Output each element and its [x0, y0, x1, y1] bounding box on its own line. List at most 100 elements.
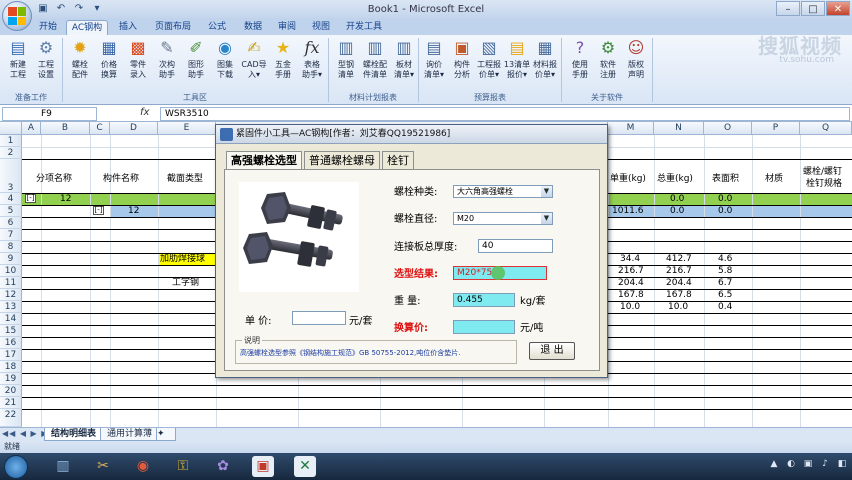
cell-o[interactable]: 4.6 [718, 253, 732, 265]
row-header[interactable]: 12 [0, 289, 22, 301]
row-header[interactable]: 11 [0, 277, 22, 289]
tab-home[interactable]: 开始 [34, 20, 62, 35]
network-icon[interactable]: ◧ [836, 458, 848, 470]
excel-icon[interactable]: ✕ [294, 456, 316, 477]
cell-m5[interactable]: 1011.6 [612, 205, 644, 217]
bolt-list-button[interactable]: ▥ 螺栓配 件清单 [361, 37, 389, 89]
converted-price-field[interactable] [453, 320, 515, 334]
col-header-o[interactable]: O [704, 122, 752, 135]
member-analysis-button[interactable]: ▣ 构件 分析 [448, 37, 476, 89]
row-header[interactable]: 13 [0, 301, 22, 313]
row-header[interactable]: 9 [0, 253, 22, 265]
col-header-d[interactable]: D [110, 122, 158, 135]
unit-price-input[interactable] [292, 311, 346, 325]
cell-e11[interactable]: 工字钢 [172, 277, 199, 289]
row-header[interactable]: 10 [0, 265, 22, 277]
library-icon[interactable]: ▥ [52, 456, 74, 477]
list13-quote-button[interactable]: ▤ 13清单 报价▾ [503, 37, 531, 89]
help-manual-button[interactable]: ? 使用 手册 [566, 37, 594, 89]
cad-import-button[interactable]: ✍ CAD导 入▾ [240, 37, 268, 89]
tab-ordinary-bolt-nut[interactable]: 普通螺栓螺母 [304, 151, 380, 169]
row-header[interactable]: 22 [0, 409, 22, 427]
cell-b4[interactable]: 12 [60, 193, 71, 205]
row-header[interactable]: 17 [0, 349, 22, 361]
cell-m[interactable]: 10.0 [620, 301, 640, 313]
cell-m[interactable]: 204.4 [618, 277, 644, 289]
chevron-down-icon[interactable]: ▼ [541, 213, 552, 224]
section-list-button[interactable]: ▥ 型钢 清单 [332, 37, 360, 89]
register-button[interactable]: ⚙ 软件 注册 [594, 37, 622, 89]
hardware-manual-button[interactable]: ★ 五金 手册 [269, 37, 297, 89]
office-button[interactable] [2, 1, 32, 31]
bolt-type-select[interactable]: 大六角高强螺栓 ▼ [453, 185, 553, 198]
cell-n[interactable]: 216.7 [666, 265, 692, 277]
row-header[interactable]: 18 [0, 361, 22, 373]
col-header-n[interactable]: N [654, 122, 704, 135]
outline-collapse-button[interactable]: [-] [25, 194, 36, 203]
weight-field[interactable]: 0.455 [453, 293, 515, 307]
cell-e9[interactable]: 加肋焊接球 [160, 253, 205, 265]
maximize-button[interactable]: □ [801, 1, 825, 16]
close-button[interactable]: ✕ [826, 1, 850, 16]
butterfly-icon[interactable]: ✿ [212, 456, 234, 477]
bolt-parts-button[interactable]: ✹ 螺栓 配件 [66, 37, 94, 89]
cell-o5[interactable]: 0.0 [718, 205, 732, 217]
cell-n5[interactable]: 0.0 [670, 205, 684, 217]
copyright-button[interactable]: ☺ 版权 声明 [622, 37, 650, 89]
tab-stud[interactable]: 栓钉 [382, 151, 414, 169]
sheet-tab[interactable]: 结构明细表 [44, 428, 104, 441]
minimize-button[interactable]: – [776, 1, 800, 16]
new-sheet-icon[interactable]: ✦ [156, 428, 176, 441]
fx-icon[interactable]: fx [140, 107, 149, 118]
tab-formulas[interactable]: 公式 [202, 20, 232, 35]
row-header[interactable]: 21 [0, 397, 22, 409]
cell-n[interactable]: 204.4 [666, 277, 692, 289]
row-header[interactable]: 2 [0, 147, 22, 159]
cell-o[interactable]: 0.4 [718, 301, 732, 313]
atlas-download-button[interactable]: ◉ 图集 下载 [211, 37, 239, 89]
col-header-b[interactable]: B [41, 122, 90, 135]
row-header[interactable]: 1 [0, 135, 22, 147]
row-header[interactable]: 19 [0, 373, 22, 385]
formula-input[interactable]: WSR3510 [160, 107, 850, 121]
tab-review[interactable]: 审阅 [272, 20, 302, 35]
cell-m[interactable]: 167.8 [618, 289, 644, 301]
quote-button[interactable]: ▧ 工程报 价单▾ [475, 37, 503, 89]
bolt-diameter-select[interactable]: M20 ▼ [453, 212, 553, 225]
material-quote-button[interactable]: ▦ 材料报 价单▾ [531, 37, 559, 89]
name-box[interactable]: F9 [2, 107, 97, 121]
cell-n4[interactable]: 0.0 [670, 193, 684, 205]
row-header[interactable]: 14 [0, 313, 22, 325]
tray-icon[interactable]: ▣ [802, 458, 814, 470]
tab-high-strength-bolt[interactable]: 高强螺栓选型 [226, 151, 302, 169]
media-icon[interactable]: ◉ [132, 456, 154, 477]
cell-n[interactable]: 167.8 [666, 289, 692, 301]
chevron-down-icon[interactable]: ▼ [541, 186, 552, 197]
new-project-button[interactable]: ▤ 新建 工程 [4, 37, 32, 89]
project-settings-button[interactable]: ⚙ 工程 设置 [32, 37, 60, 89]
key-icon[interactable]: ⚿ [172, 456, 194, 477]
tab-ac-steel[interactable]: AC钢构 [66, 20, 108, 35]
col-header-q[interactable]: Q [800, 122, 852, 135]
cell-o[interactable]: 6.5 [718, 289, 732, 301]
tab-developer[interactable]: 开发工具 [342, 20, 386, 35]
secondary-helper-button[interactable]: ✎ 次构 助手 [153, 37, 181, 89]
parts-entry-button[interactable]: ▩ 零件 录入 [124, 37, 152, 89]
tray-icon[interactable]: ◐ [785, 458, 797, 470]
cell-m[interactable]: 216.7 [618, 265, 644, 277]
tray-icon[interactable]: ▲ [768, 458, 780, 470]
outline-collapse-button[interactable]: [-] [93, 206, 104, 215]
row-header[interactable]: 3 [0, 159, 22, 193]
row-header[interactable]: 7 [0, 229, 22, 241]
cell-n[interactable]: 412.7 [666, 253, 692, 265]
tab-insert[interactable]: 插入 [112, 20, 144, 35]
row-header[interactable]: 15 [0, 325, 22, 337]
tab-view[interactable]: 视图 [306, 20, 336, 35]
cell-o4[interactable]: 0.0 [718, 193, 732, 205]
row-header[interactable]: 6 [0, 217, 22, 229]
row-header[interactable]: 20 [0, 385, 22, 397]
exit-button[interactable]: 退 出 [529, 342, 575, 360]
col-header-p[interactable]: P [752, 122, 800, 135]
cell-d5[interactable]: 12 [128, 205, 139, 217]
inquiry-list-button[interactable]: ▤ 询价 清单▾ [420, 37, 448, 89]
